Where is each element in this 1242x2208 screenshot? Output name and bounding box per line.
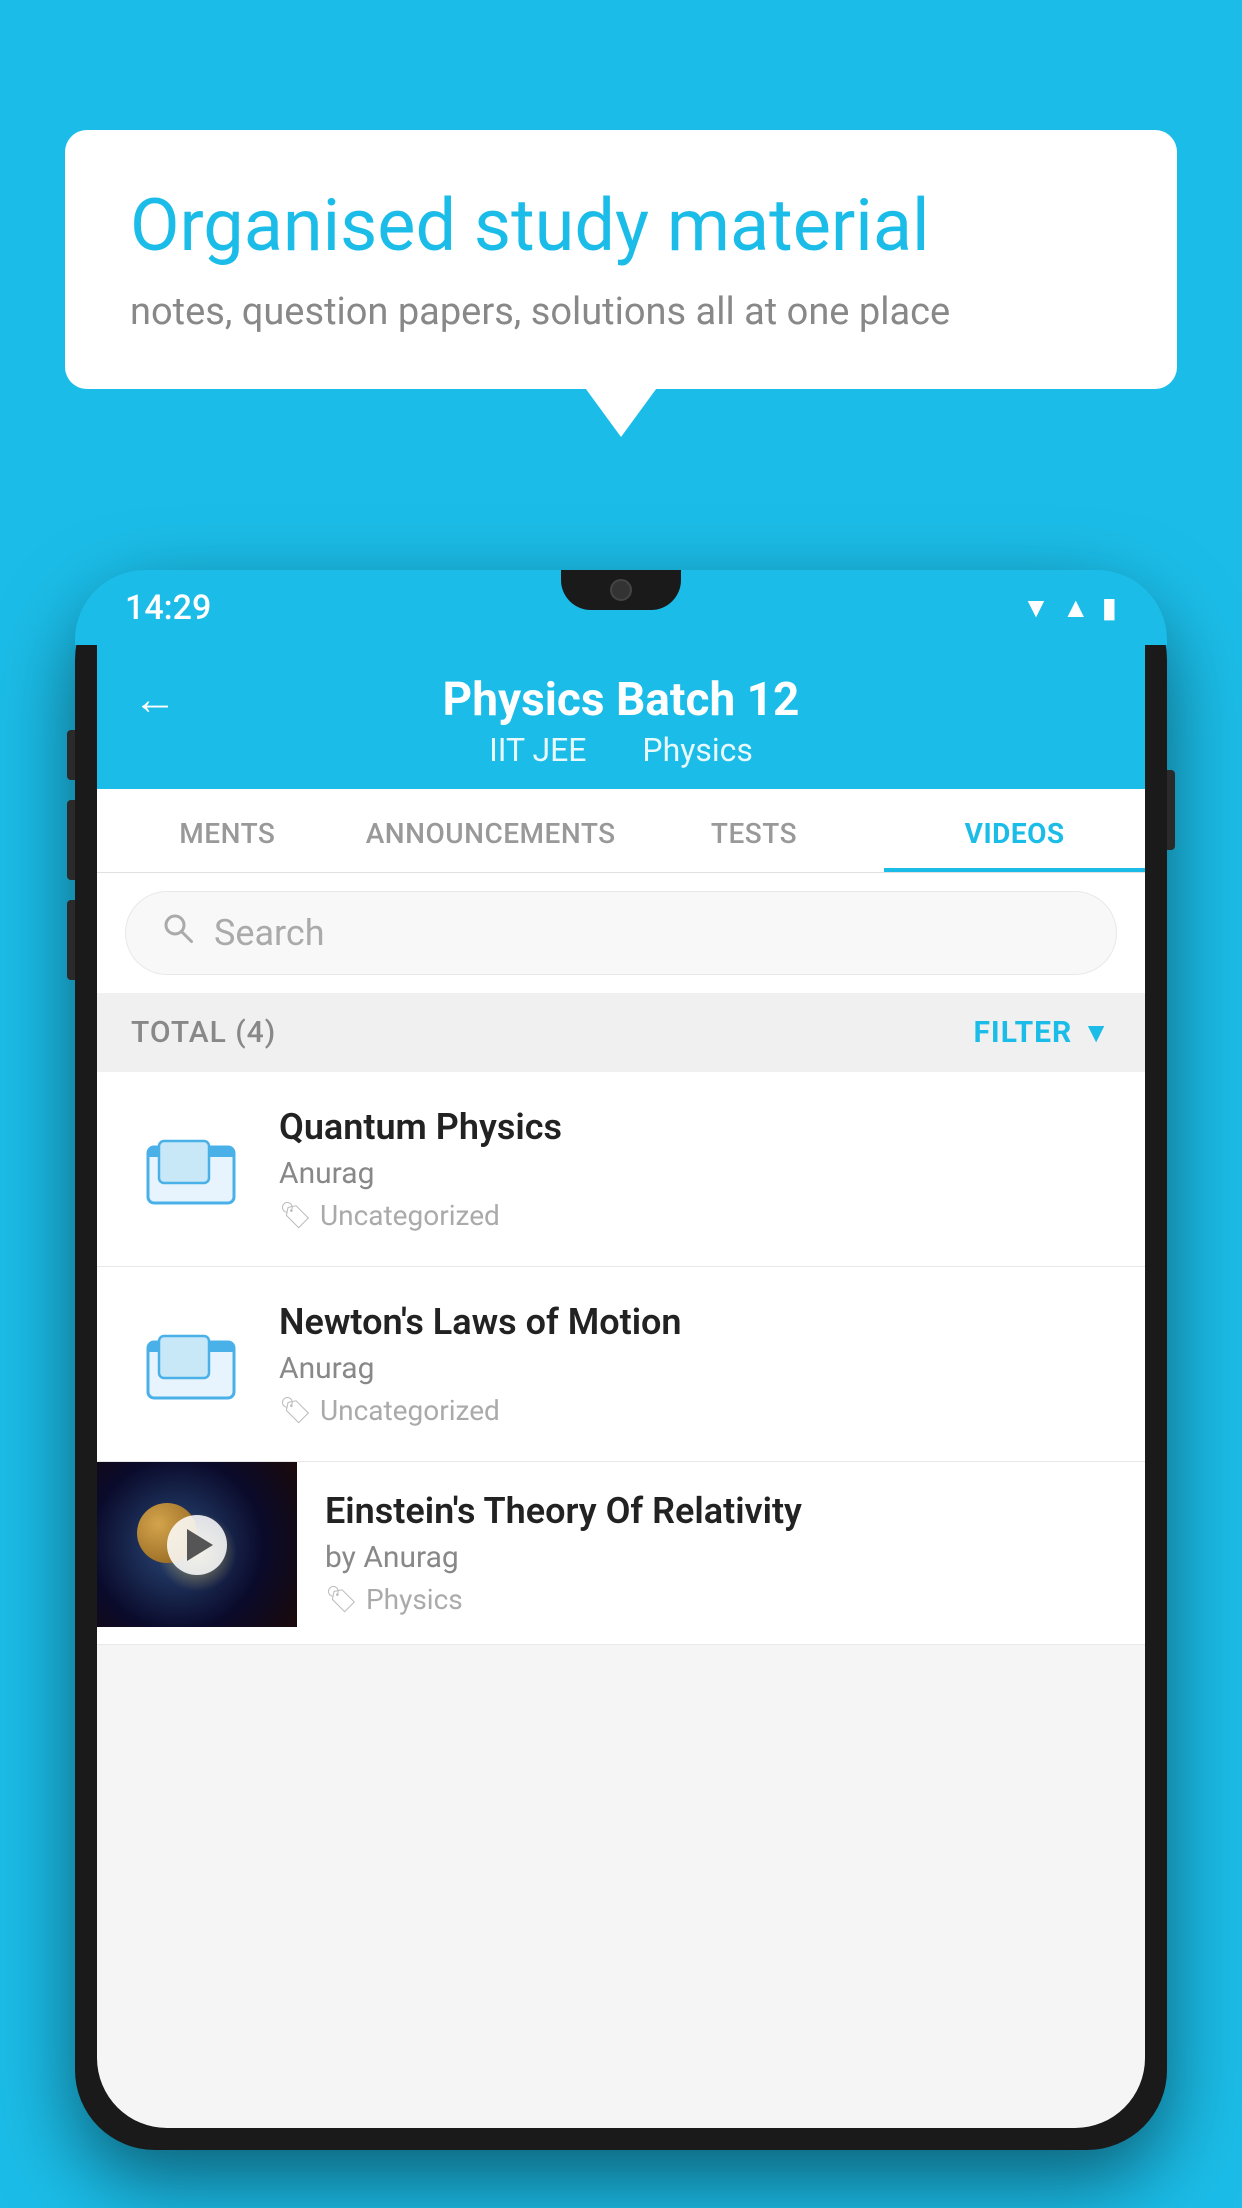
speech-bubble-section: Organised study material notes, question…	[65, 130, 1177, 389]
video-tag-3: 🏷 Physics	[325, 1583, 1117, 1616]
search-placeholder: Search	[214, 912, 325, 954]
back-button[interactable]: ←	[133, 673, 177, 725]
tag-label-1: Uncategorized	[320, 1199, 500, 1232]
folder-thumb-1	[131, 1119, 251, 1219]
tab-tests[interactable]: TESTS	[624, 789, 885, 872]
filter-button[interactable]: FILTER ▼	[973, 1015, 1111, 1050]
volume-down-button	[67, 900, 75, 980]
wifi-icon	[1022, 590, 1050, 625]
video-info-1: Quantum Physics Anurag 🏷 Uncategorized	[279, 1106, 1111, 1232]
filter-label: FILTER	[973, 1015, 1072, 1050]
front-camera	[610, 579, 632, 601]
power-button	[1167, 770, 1175, 850]
status-bar: 14:29	[75, 570, 1167, 645]
folder-thumb-2	[131, 1314, 251, 1414]
video-tag-1: 🏷 Uncategorized	[279, 1199, 1111, 1232]
tag-icon-3: 🏷	[325, 1585, 358, 1615]
search-icon	[160, 910, 196, 956]
status-icons	[1022, 590, 1117, 625]
video-author-3: by Anurag	[325, 1540, 1117, 1575]
total-count: TOTAL (4)	[131, 1015, 276, 1050]
status-time: 14:29	[125, 588, 211, 628]
tabs-bar: MENTS ANNOUNCEMENTS TESTS VIDEOS	[97, 789, 1145, 873]
tab-announcements[interactable]: ANNOUNCEMENTS	[358, 789, 624, 872]
filter-bar: TOTAL (4) FILTER ▼	[97, 993, 1145, 1072]
list-item[interactable]: Quantum Physics Anurag 🏷 Uncategorized	[97, 1072, 1145, 1267]
app-subtitle: IIT JEE Physics	[477, 731, 765, 769]
video-thumbnail-3	[97, 1462, 297, 1627]
video-list: Quantum Physics Anurag 🏷 Uncategorized	[97, 1072, 1145, 1645]
tab-videos[interactable]: VIDEOS	[884, 789, 1145, 872]
phone-wrapper: 14:29 ← Physics Batch 12 IIT JEE Physics	[75, 570, 1167, 2208]
list-item[interactable]: Newton's Laws of Motion Anurag 🏷 Uncateg…	[97, 1267, 1145, 1462]
subtitle-physics: Physics	[642, 731, 753, 769]
video-title-3: Einstein's Theory Of Relativity	[325, 1490, 1117, 1532]
play-button[interactable]	[167, 1515, 227, 1575]
video-info-3: Einstein's Theory Of Relativity by Anura…	[297, 1462, 1145, 1644]
phone-screen: ← Physics Batch 12 IIT JEE Physics MENTS…	[97, 645, 1145, 2128]
video-author-2: Anurag	[279, 1351, 1111, 1386]
signal-icon	[1062, 590, 1090, 625]
video-title-2: Newton's Laws of Motion	[279, 1301, 1111, 1343]
tag-icon-2: 🏷	[279, 1396, 312, 1426]
battery-icon	[1102, 590, 1117, 625]
app-header: ← Physics Batch 12 IIT JEE Physics	[97, 645, 1145, 789]
bubble-title: Organised study material	[130, 185, 1112, 268]
tag-label-3: Physics	[366, 1583, 463, 1616]
video-title-1: Quantum Physics	[279, 1106, 1111, 1148]
phone-notch	[561, 570, 681, 610]
subtitle-iitjee: IIT JEE	[489, 731, 586, 769]
play-icon	[187, 1529, 213, 1561]
bubble-subtitle: notes, question papers, solutions all at…	[130, 290, 1112, 334]
search-bar-wrapper: Search	[97, 873, 1145, 993]
video-author-1: Anurag	[279, 1156, 1111, 1191]
app-title: Physics Batch 12	[443, 673, 800, 727]
video-info-2: Newton's Laws of Motion Anurag 🏷 Uncateg…	[279, 1301, 1111, 1427]
tab-ments[interactable]: MENTS	[97, 789, 358, 872]
search-bar[interactable]: Search	[125, 891, 1117, 975]
tag-icon-1: 🏷	[279, 1201, 312, 1231]
mute-button	[67, 730, 75, 780]
tag-label-2: Uncategorized	[320, 1394, 500, 1427]
phone-device: 14:29 ← Physics Batch 12 IIT JEE Physics	[75, 570, 1167, 2150]
volume-up-button	[67, 800, 75, 880]
speech-bubble: Organised study material notes, question…	[65, 130, 1177, 389]
list-item[interactable]: Einstein's Theory Of Relativity by Anura…	[97, 1462, 1145, 1645]
filter-icon: ▼	[1082, 1016, 1111, 1049]
video-tag-2: 🏷 Uncategorized	[279, 1394, 1111, 1427]
